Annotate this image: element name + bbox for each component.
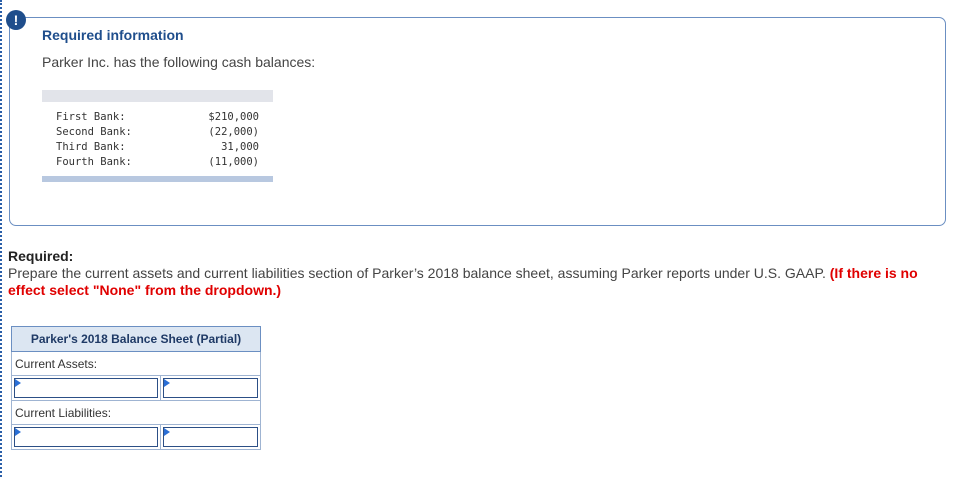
bank-amount: $210,000 bbox=[208, 111, 259, 123]
current-liabilities-amount-input[interactable] bbox=[164, 428, 257, 446]
current-assets-dropdown[interactable] bbox=[14, 378, 158, 398]
info-title: Required information bbox=[42, 27, 184, 43]
dropdown-marker-icon bbox=[15, 379, 21, 387]
balance-sheet-table: Parker's 2018 Balance Sheet (Partial) Cu… bbox=[11, 326, 261, 450]
required-label: Required: bbox=[8, 248, 74, 264]
bank-amount: 31,000 bbox=[221, 141, 259, 153]
prompt-text: Prepare the current assets and current l… bbox=[8, 265, 826, 281]
cash-row: Fourth Bank: (11,000) bbox=[42, 155, 273, 170]
cash-row: Third Bank: 31,000 bbox=[42, 140, 273, 155]
cash-row: First Bank: $210,000 bbox=[42, 110, 273, 125]
cash-balances-table: First Bank: $210,000 Second Bank: (22,00… bbox=[42, 90, 273, 182]
info-text: Parker Inc. has the following cash balan… bbox=[42, 54, 316, 70]
bank-name: First Bank: bbox=[56, 111, 126, 123]
current-assets-amount-input[interactable] bbox=[164, 379, 257, 397]
current-assets-amount-field[interactable] bbox=[163, 378, 258, 398]
input-marker-icon bbox=[164, 428, 170, 436]
exclamation-icon: ! bbox=[6, 10, 26, 30]
input-marker-icon bbox=[164, 379, 170, 387]
bank-amount: (11,000) bbox=[208, 156, 259, 168]
bank-name: Second Bank: bbox=[56, 126, 132, 138]
dropdown-marker-icon bbox=[15, 428, 21, 436]
question-prompt: Prepare the current assets and current l… bbox=[8, 265, 958, 299]
current-liabilities-amount-field[interactable] bbox=[163, 427, 258, 447]
current-assets-row bbox=[11, 375, 261, 401]
bank-amount: (22,000) bbox=[208, 126, 259, 138]
current-liabilities-dropdown[interactable] bbox=[14, 427, 158, 447]
balance-sheet-header: Parker's 2018 Balance Sheet (Partial) bbox=[11, 326, 261, 352]
current-liabilities-row bbox=[11, 424, 261, 450]
page-left-border bbox=[0, 0, 2, 477]
cash-row: Second Bank: (22,000) bbox=[42, 125, 273, 140]
current-assets-label: Current Assets: bbox=[11, 351, 261, 376]
bank-name: Fourth Bank: bbox=[56, 156, 132, 168]
bank-name: Third Bank: bbox=[56, 141, 126, 153]
current-liabilities-label: Current Liabilities: bbox=[11, 400, 261, 425]
